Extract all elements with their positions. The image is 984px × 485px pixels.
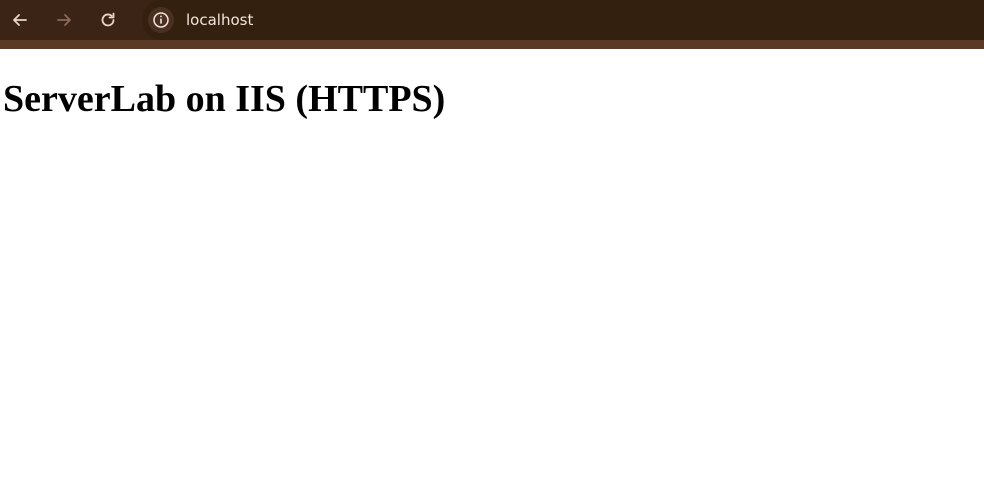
arrow-left-icon bbox=[13, 14, 27, 26]
forward-button[interactable] bbox=[46, 2, 82, 38]
info-icon bbox=[153, 12, 169, 28]
browser-toolbar: localhost bbox=[0, 0, 984, 40]
toolbar-bottom-strip bbox=[0, 40, 984, 49]
url-text[interactable]: localhost bbox=[186, 11, 253, 29]
arrow-right-icon bbox=[57, 14, 71, 26]
back-button[interactable] bbox=[2, 2, 38, 38]
site-info-button[interactable] bbox=[148, 7, 174, 33]
reload-button[interactable] bbox=[90, 2, 126, 38]
reload-icon bbox=[101, 12, 115, 27]
page-content: ServerLab on IIS (HTTPS) bbox=[0, 49, 984, 121]
address-bar[interactable]: localhost bbox=[142, 0, 984, 40]
page-heading: ServerLab on IIS (HTTPS) bbox=[3, 78, 446, 120]
browser-chrome: localhost bbox=[0, 0, 984, 49]
